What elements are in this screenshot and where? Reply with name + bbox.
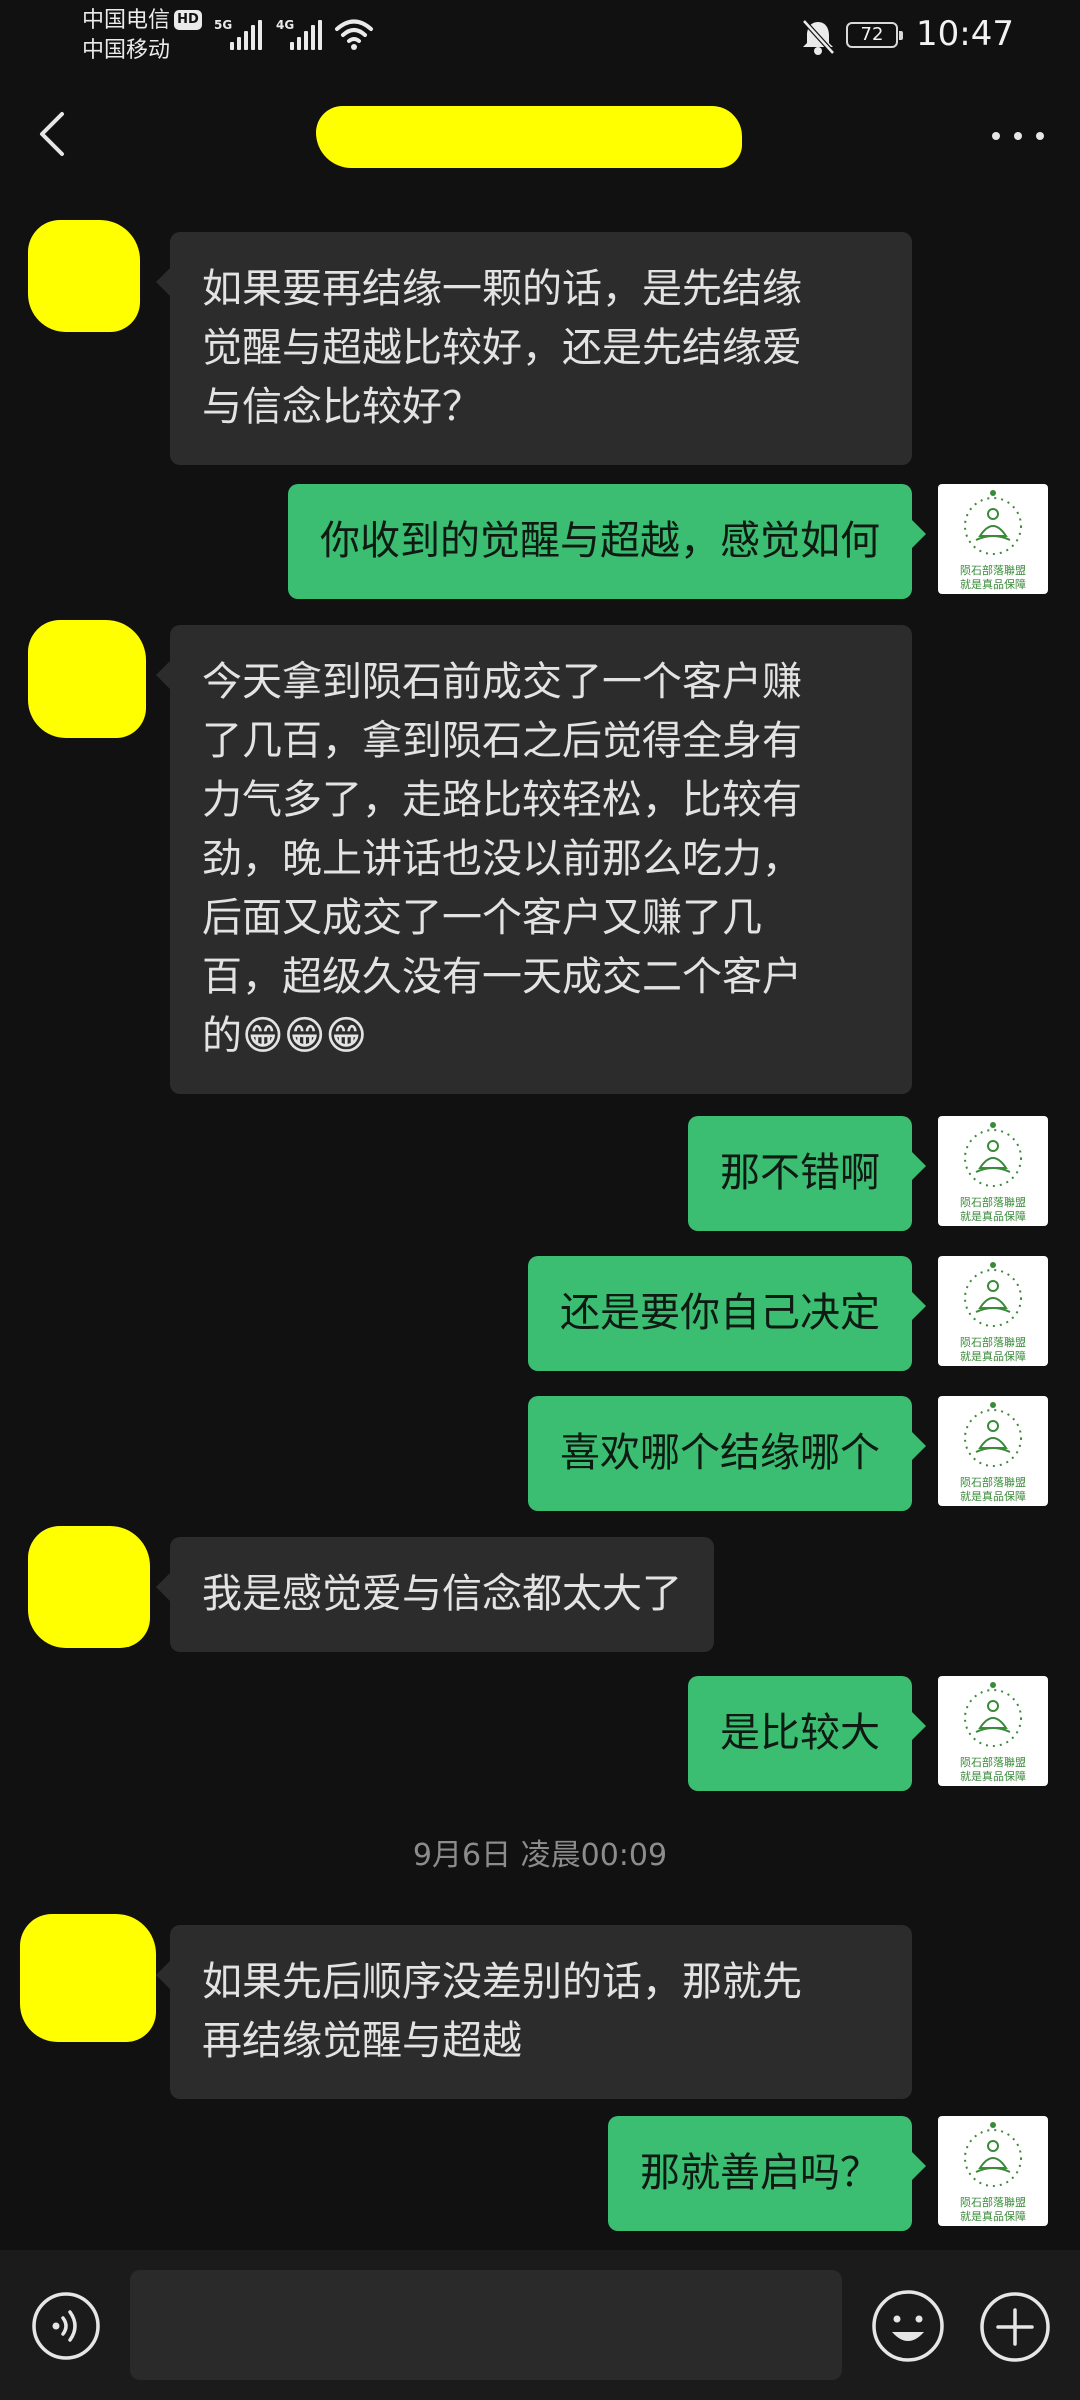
chevron-left-icon (40, 112, 64, 156)
outgoing-message[interactable]: 那就善启吗？ (608, 2116, 926, 2231)
buddha-logo-icon: 陨石部落聯盟 就是真品保障 (960, 490, 1026, 591)
buddha-logo-icon: 陨石部落聯盟 就是真品保障 (960, 2122, 1026, 2223)
voice-icon (32, 2292, 100, 2360)
buddha-logo-icon: 陨石部落聯盟 就是真品保障 (960, 1682, 1026, 1783)
logo-text-1: 陨石部落聯盟 (960, 1475, 1026, 1489)
plus-button[interactable] (978, 2290, 1052, 2364)
message-input[interactable] (130, 2270, 842, 2380)
logo-text-1: 陨石部落聯盟 (960, 2195, 1026, 2209)
emoji-button[interactable] (870, 2288, 946, 2364)
more-options-button[interactable] (984, 110, 1054, 160)
network-label-1: 5G (214, 18, 233, 32)
buddha-logo-icon: 陨石部落聯盟 就是真品保障 (960, 1402, 1026, 1503)
back-button[interactable] (28, 106, 84, 162)
wifi-icon (335, 19, 373, 50)
plus-icon (980, 2292, 1050, 2362)
clock: 10:47 (916, 14, 1014, 54)
self-avatar[interactable]: 陨石部落聯盟 就是真品保障 (938, 2116, 1048, 2226)
title-bar (0, 90, 1080, 180)
incoming-message[interactable]: 我是感觉爱与信念都太大了 (156, 1537, 714, 1652)
buddha-logo-icon: 陨石部落聯盟 就是真品保障 (960, 1262, 1026, 1363)
buddha-logo-icon: 陨石部落聯盟 就是真品保障 (960, 1122, 1026, 1223)
redacted-contact-name (316, 106, 742, 168)
logo-text-2: 就是真品保障 (960, 1349, 1026, 1363)
battery-icon: 72 (846, 22, 903, 48)
self-avatar[interactable]: 陨石部落聯盟 就是真品保障 (938, 1256, 1048, 1366)
self-avatar[interactable]: 陨石部落聯盟 就是真品保障 (938, 1396, 1048, 1506)
logo-text-1: 陨石部落聯盟 (960, 1195, 1026, 1209)
outgoing-message[interactable]: 你收到的觉醒与超越，感觉如何 (288, 484, 926, 599)
contact-avatar[interactable] (28, 620, 146, 738)
input-bar (0, 2250, 1080, 2400)
contact-avatar[interactable] (28, 220, 140, 332)
voice-button[interactable] (30, 2290, 102, 2362)
outgoing-message[interactable]: 喜欢哪个结缘哪个 (528, 1396, 926, 1511)
self-avatar[interactable]: 陨石部落聯盟 就是真品保障 (938, 1676, 1048, 1786)
logo-text-2: 就是真品保障 (960, 1489, 1026, 1503)
logo-text-2: 就是真品保障 (960, 2209, 1026, 2223)
carrier-1: 中国电信 (82, 8, 171, 33)
carrier-2: 中国移动 (82, 38, 171, 63)
self-avatar[interactable]: 陨石部落聯盟 就是真品保障 (938, 1116, 1048, 1226)
network-label-2: 4G (276, 18, 295, 32)
logo-text-1: 陨石部落聯盟 (960, 1335, 1026, 1349)
logo-text-2: 就是真品保障 (960, 1769, 1026, 1783)
self-avatar[interactable]: 陨石部落聯盟 就是真品保障 (938, 484, 1048, 594)
contact-avatar[interactable] (20, 1914, 156, 2042)
incoming-message[interactable]: 如果要再结缘一颗的话，是先结缘 觉醒与超越比较好，还是先结缘爱 与信念比较好？ (156, 232, 912, 465)
incoming-message[interactable]: 今天拿到陨石前成交了一个客户赚 了几百，拿到陨石之后觉得全身有 力气多了，走路比… (156, 625, 912, 1094)
status-bar: 中国电信 中国移动 HD 5G 4G 72 10:47 (0, 0, 1080, 70)
logo-text-1: 陨石部落聯盟 (960, 563, 1026, 577)
incoming-message[interactable]: 如果先后顺序没差别的话，那就先 再结缘觉醒与超越 (156, 1925, 912, 2099)
emoji-icon (872, 2290, 944, 2362)
logo-text-1: 陨石部落聯盟 (960, 1755, 1026, 1769)
logo-text-2: 就是真品保障 (960, 577, 1026, 591)
logo-text-2: 就是真品保障 (960, 1209, 1026, 1223)
hd-badge: HD (174, 10, 202, 30)
chat-screen: 中国电信 中国移动 HD 5G 4G 72 10:47 如果要再结缘一颗的话，是… (0, 0, 1080, 2400)
outgoing-message[interactable]: 是比较大 (688, 1676, 926, 1791)
chat-timestamp: 9月6日 凌晨00:09 (412, 1838, 668, 1873)
bell-muted-icon (802, 19, 835, 55)
contact-avatar[interactable] (28, 1526, 150, 1648)
outgoing-message[interactable]: 还是要你自己决定 (528, 1256, 926, 1371)
outgoing-message[interactable]: 那不错啊 (688, 1116, 926, 1231)
